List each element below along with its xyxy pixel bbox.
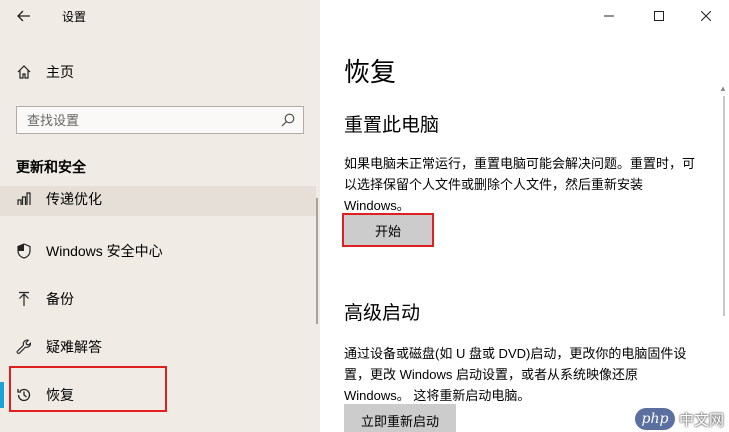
sidebar-item-windows-security[interactable]: Windows 安全中心 [0, 228, 316, 274]
page-title: 恢复 [344, 57, 397, 87]
sidebar-item-label: 疑难解答 [46, 339, 102, 355]
sidebar-item-label: 传递优化 [46, 191, 102, 207]
maximize-button[interactable] [636, 0, 682, 32]
shield-icon [17, 243, 31, 259]
reset-pc-heading: 重置此电脑 [344, 115, 440, 136]
restart-now-button[interactable]: 立即重新启动 [344, 404, 456, 432]
recovery-highlight-box [9, 366, 167, 412]
scroll-up-arrow-icon[interactable]: ▲ [719, 84, 727, 93]
advanced-startup-description: 通过设备或磁盘(如 U 盘或 DVD)启动，更改你的电脑固件设置，更改 Wind… [344, 346, 687, 403]
sidebar-item-label: 备份 [46, 291, 74, 307]
sidebar-item-troubleshoot[interactable]: 疑难解答 [0, 324, 316, 370]
selected-indicator [0, 382, 4, 408]
watermark-text: 中文网 [679, 411, 725, 429]
backup-arrow-icon [19, 291, 29, 306]
start-reset-button[interactable]: 开始 [344, 215, 432, 245]
section-title: 更新和安全 [16, 159, 86, 175]
delivery-optimization-icon [17, 192, 31, 205]
home-icon [17, 65, 31, 79]
main-scrollbar[interactable] [723, 96, 725, 316]
nav-home[interactable]: 主页 [16, 62, 74, 82]
sidebar-item-label: Windows 安全中心 [46, 243, 163, 259]
sidebar: 设置 主页 更新和安全 传递优化 Windows 安全中心 备份 疑难解答 恢复 [0, 0, 320, 432]
close-button[interactable] [683, 0, 729, 32]
search-input[interactable] [27, 112, 267, 128]
php-logo: php [635, 408, 675, 430]
close-icon [701, 11, 711, 21]
minimize-icon [604, 15, 614, 17]
sidebar-item-backup[interactable]: 备份 [0, 276, 316, 322]
wrench-icon [16, 339, 32, 354]
nav-home-label: 主页 [46, 64, 74, 80]
reset-pc-description: 如果电脑未正常运行，重置电脑可能会解决问题。重置时，可以选择保留个人文件或删除个… [344, 156, 696, 213]
back-arrow-icon [17, 10, 30, 22]
search-box[interactable] [16, 106, 304, 134]
back-button[interactable] [10, 4, 38, 28]
advanced-startup-heading: 高级启动 [344, 303, 421, 324]
watermark: php 中文网 [635, 408, 724, 430]
main-pane: 恢复 重置此电脑 如果电脑未正常运行，重置电脑可能会解决问题。重置时，可以选择保… [320, 0, 729, 432]
search-icon[interactable] [281, 113, 295, 127]
maximize-icon [654, 11, 664, 21]
window-title: 设置 [62, 10, 87, 24]
sidebar-item-delivery-optimization[interactable]: 传递优化 [0, 186, 316, 216]
minimize-button[interactable] [586, 0, 632, 32]
sidebar-scrollbar[interactable] [316, 198, 318, 324]
